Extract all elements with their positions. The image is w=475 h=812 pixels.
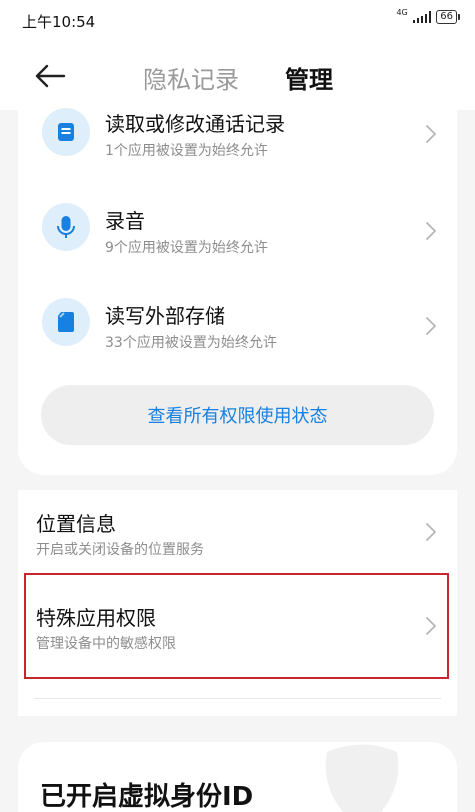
divider [34,698,441,699]
virtual-id-card[interactable]: 已开启虚拟身份ID [18,742,457,812]
permission-subtitle: 9个应用被设置为始终允许 [105,240,268,256]
mask-illustration-icon [325,744,399,812]
permission-title: 读取或修改通话记录 [105,112,285,136]
chevron-right-icon [426,222,436,240]
setting-subtitle: 管理设备中的敏感权限 [36,636,176,652]
location-info-item[interactable]: 位置信息 开启或关闭设备的位置服务 [18,490,457,570]
signal-icon [412,11,432,23]
permission-subtitle: 33个应用被设置为始终允许 [105,335,277,351]
back-arrow-icon[interactable] [34,62,66,90]
permission-subtitle: 1个应用被设置为始终允许 [105,143,268,159]
setting-title: 位置信息 [36,512,116,536]
permission-item-record-audio[interactable]: 录音 9个应用被设置为始终允许 [18,183,457,271]
chevron-right-icon [426,317,436,335]
permission-item-call-log[interactable]: 读取或修改通话记录 1个应用被设置为始终允许 [18,88,457,176]
setting-title: 特殊应用权限 [36,606,156,630]
chevron-right-icon [426,125,436,143]
permission-title: 读写外部存储 [105,304,225,328]
status-time: 上午10:54 [22,13,96,31]
view-all-permissions-button[interactable]: 查看所有权限使用状态 [41,385,434,445]
permission-title: 录音 [105,209,145,233]
virtual-id-title: 已开启虚拟身份ID [40,782,254,812]
battery-icon: 66 [436,10,460,24]
chevron-right-icon [426,617,436,635]
call-log-icon [42,108,90,156]
status-bar: 上午10:54 4G 66 [0,0,475,44]
status-indicators: 4G 66 [396,7,460,24]
storage-icon [42,298,90,346]
permission-item-external-storage[interactable]: 读写外部存储 33个应用被设置为始终允许 [18,278,457,366]
setting-subtitle: 开启或关闭设备的位置服务 [36,542,204,558]
special-app-permissions-item[interactable]: 特殊应用权限 管理设备中的敏感权限 [18,578,457,678]
microphone-icon [42,203,90,251]
chevron-right-icon [426,523,436,541]
settings-card: 位置信息 开启或关闭设备的位置服务 特殊应用权限 管理设备中的敏感权限 [18,490,457,716]
network-type-label: 4G [396,7,408,17]
permission-usage-card: 读取或修改通话记录 1个应用被设置为始终允许 录音 9个应用被设置为始终允许 读… [18,108,457,475]
